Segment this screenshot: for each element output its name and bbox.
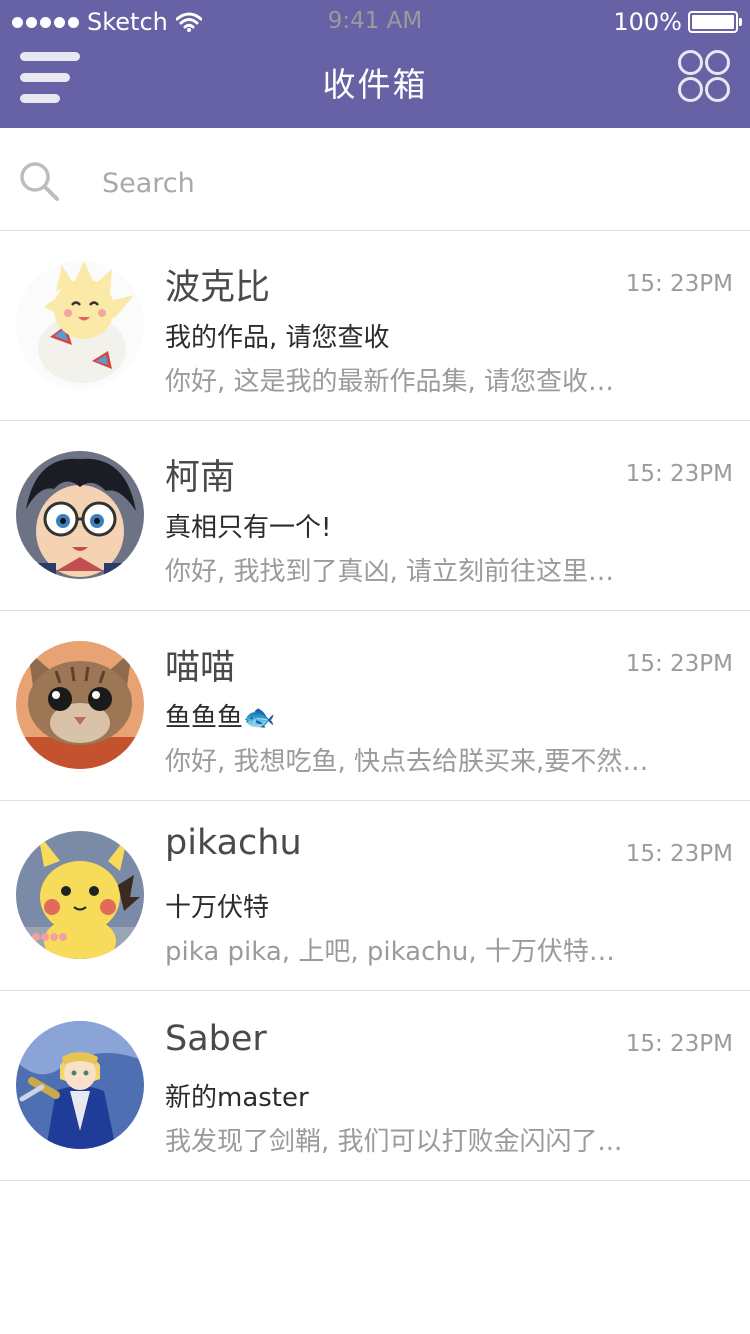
search-bar[interactable]: Search bbox=[0, 128, 750, 231]
sender-name: 柯南 bbox=[165, 458, 236, 498]
message-preview: pika pika, 上吧, pikachu, 十万伏特… bbox=[165, 937, 615, 967]
battery-percent: 100% bbox=[613, 8, 682, 36]
message-preview: 你好, 我想吃鱼, 快点去给朕买来,要不然… bbox=[165, 747, 649, 777]
message-preview: 你好, 这是我的最新作品集, 请您查收… bbox=[165, 367, 615, 397]
avatar bbox=[16, 641, 144, 769]
message-subject: 我的作品, 请您查收 bbox=[165, 323, 390, 353]
message-row[interactable]: 波克比 15: 23PM 我的作品, 请您查收 你好, 这是我的最新作品集, 请… bbox=[0, 231, 750, 421]
avatar bbox=[16, 1021, 144, 1149]
message-row[interactable]: 喵喵 15: 23PM 鱼鱼鱼🐟 你好, 我想吃鱼, 快点去给朕买来,要不然… bbox=[0, 611, 750, 801]
page-title: 收件箱 bbox=[322, 65, 428, 104]
battery-group: 100% bbox=[613, 8, 742, 36]
avatar bbox=[16, 451, 144, 579]
message-subject: 真相只有一个! bbox=[165, 513, 332, 543]
message-time: 15: 23PM bbox=[625, 271, 733, 297]
avatar bbox=[16, 261, 144, 389]
message-subject: 鱼鱼鱼🐟 bbox=[165, 703, 276, 733]
grid-icon[interactable] bbox=[678, 50, 730, 102]
search-icon bbox=[20, 162, 59, 201]
search-input[interactable]: Search bbox=[102, 168, 195, 199]
message-subject: 新的master bbox=[165, 1083, 309, 1113]
message-subject: 十万伏特 bbox=[165, 893, 270, 923]
message-row[interactable]: 柯南 15: 23PM 真相只有一个! 你好, 我找到了真凶, 请立刻前往这里… bbox=[0, 421, 750, 611]
status-bar: Sketch 9:41 AM 100% bbox=[0, 0, 750, 44]
message-row[interactable]: Saber 15: 23PM 新的master 我发现了剑鞘, 我们可以打败金闪… bbox=[0, 991, 750, 1181]
avatar bbox=[16, 831, 144, 959]
message-time: 15: 23PM bbox=[625, 841, 733, 867]
sender-name: 波克比 bbox=[165, 268, 271, 308]
message-preview: 我发现了剑鞘, 我们可以打败金闪闪了... bbox=[165, 1127, 623, 1157]
message-time: 15: 23PM bbox=[625, 461, 733, 487]
message-row[interactable]: pikachu 15: 23PM 十万伏特 pika pika, 上吧, pik… bbox=[0, 801, 750, 991]
message-time: 15: 23PM bbox=[625, 1031, 733, 1057]
message-time: 15: 23PM bbox=[625, 651, 733, 677]
message-preview: 你好, 我找到了真凶, 请立刻前往这里… bbox=[165, 557, 615, 587]
sender-name: Saber bbox=[165, 1019, 267, 1059]
sender-name: 喵喵 bbox=[165, 648, 236, 688]
sender-name: pikachu bbox=[165, 823, 302, 863]
nav-bar: 收件箱 bbox=[0, 44, 750, 128]
battery-icon bbox=[688, 11, 742, 33]
app-header: Sketch 9:41 AM 100% 收件箱 bbox=[0, 0, 750, 128]
